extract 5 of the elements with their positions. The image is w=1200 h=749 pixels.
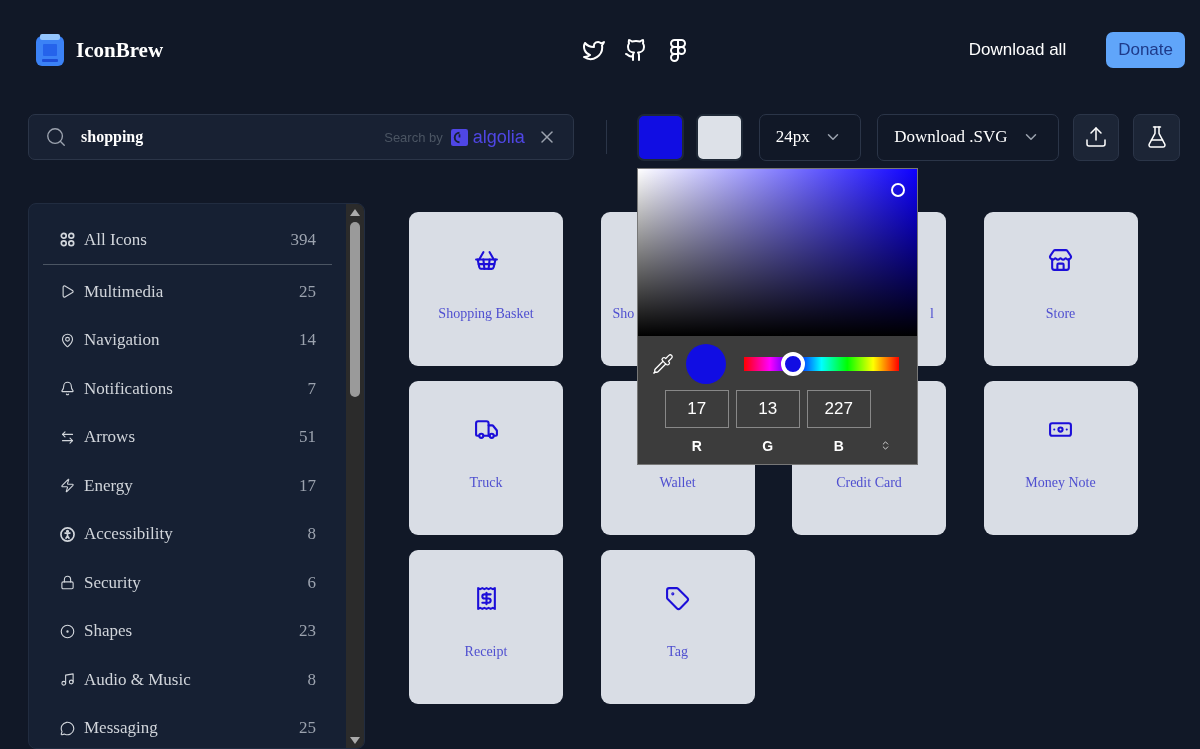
channel-label: G <box>762 437 774 454</box>
algolia-logo: algolia <box>450 126 525 148</box>
brand-name: IconBrew <box>76 37 164 63</box>
channel-label: B <box>833 437 844 454</box>
channel-label: R <box>691 437 702 454</box>
